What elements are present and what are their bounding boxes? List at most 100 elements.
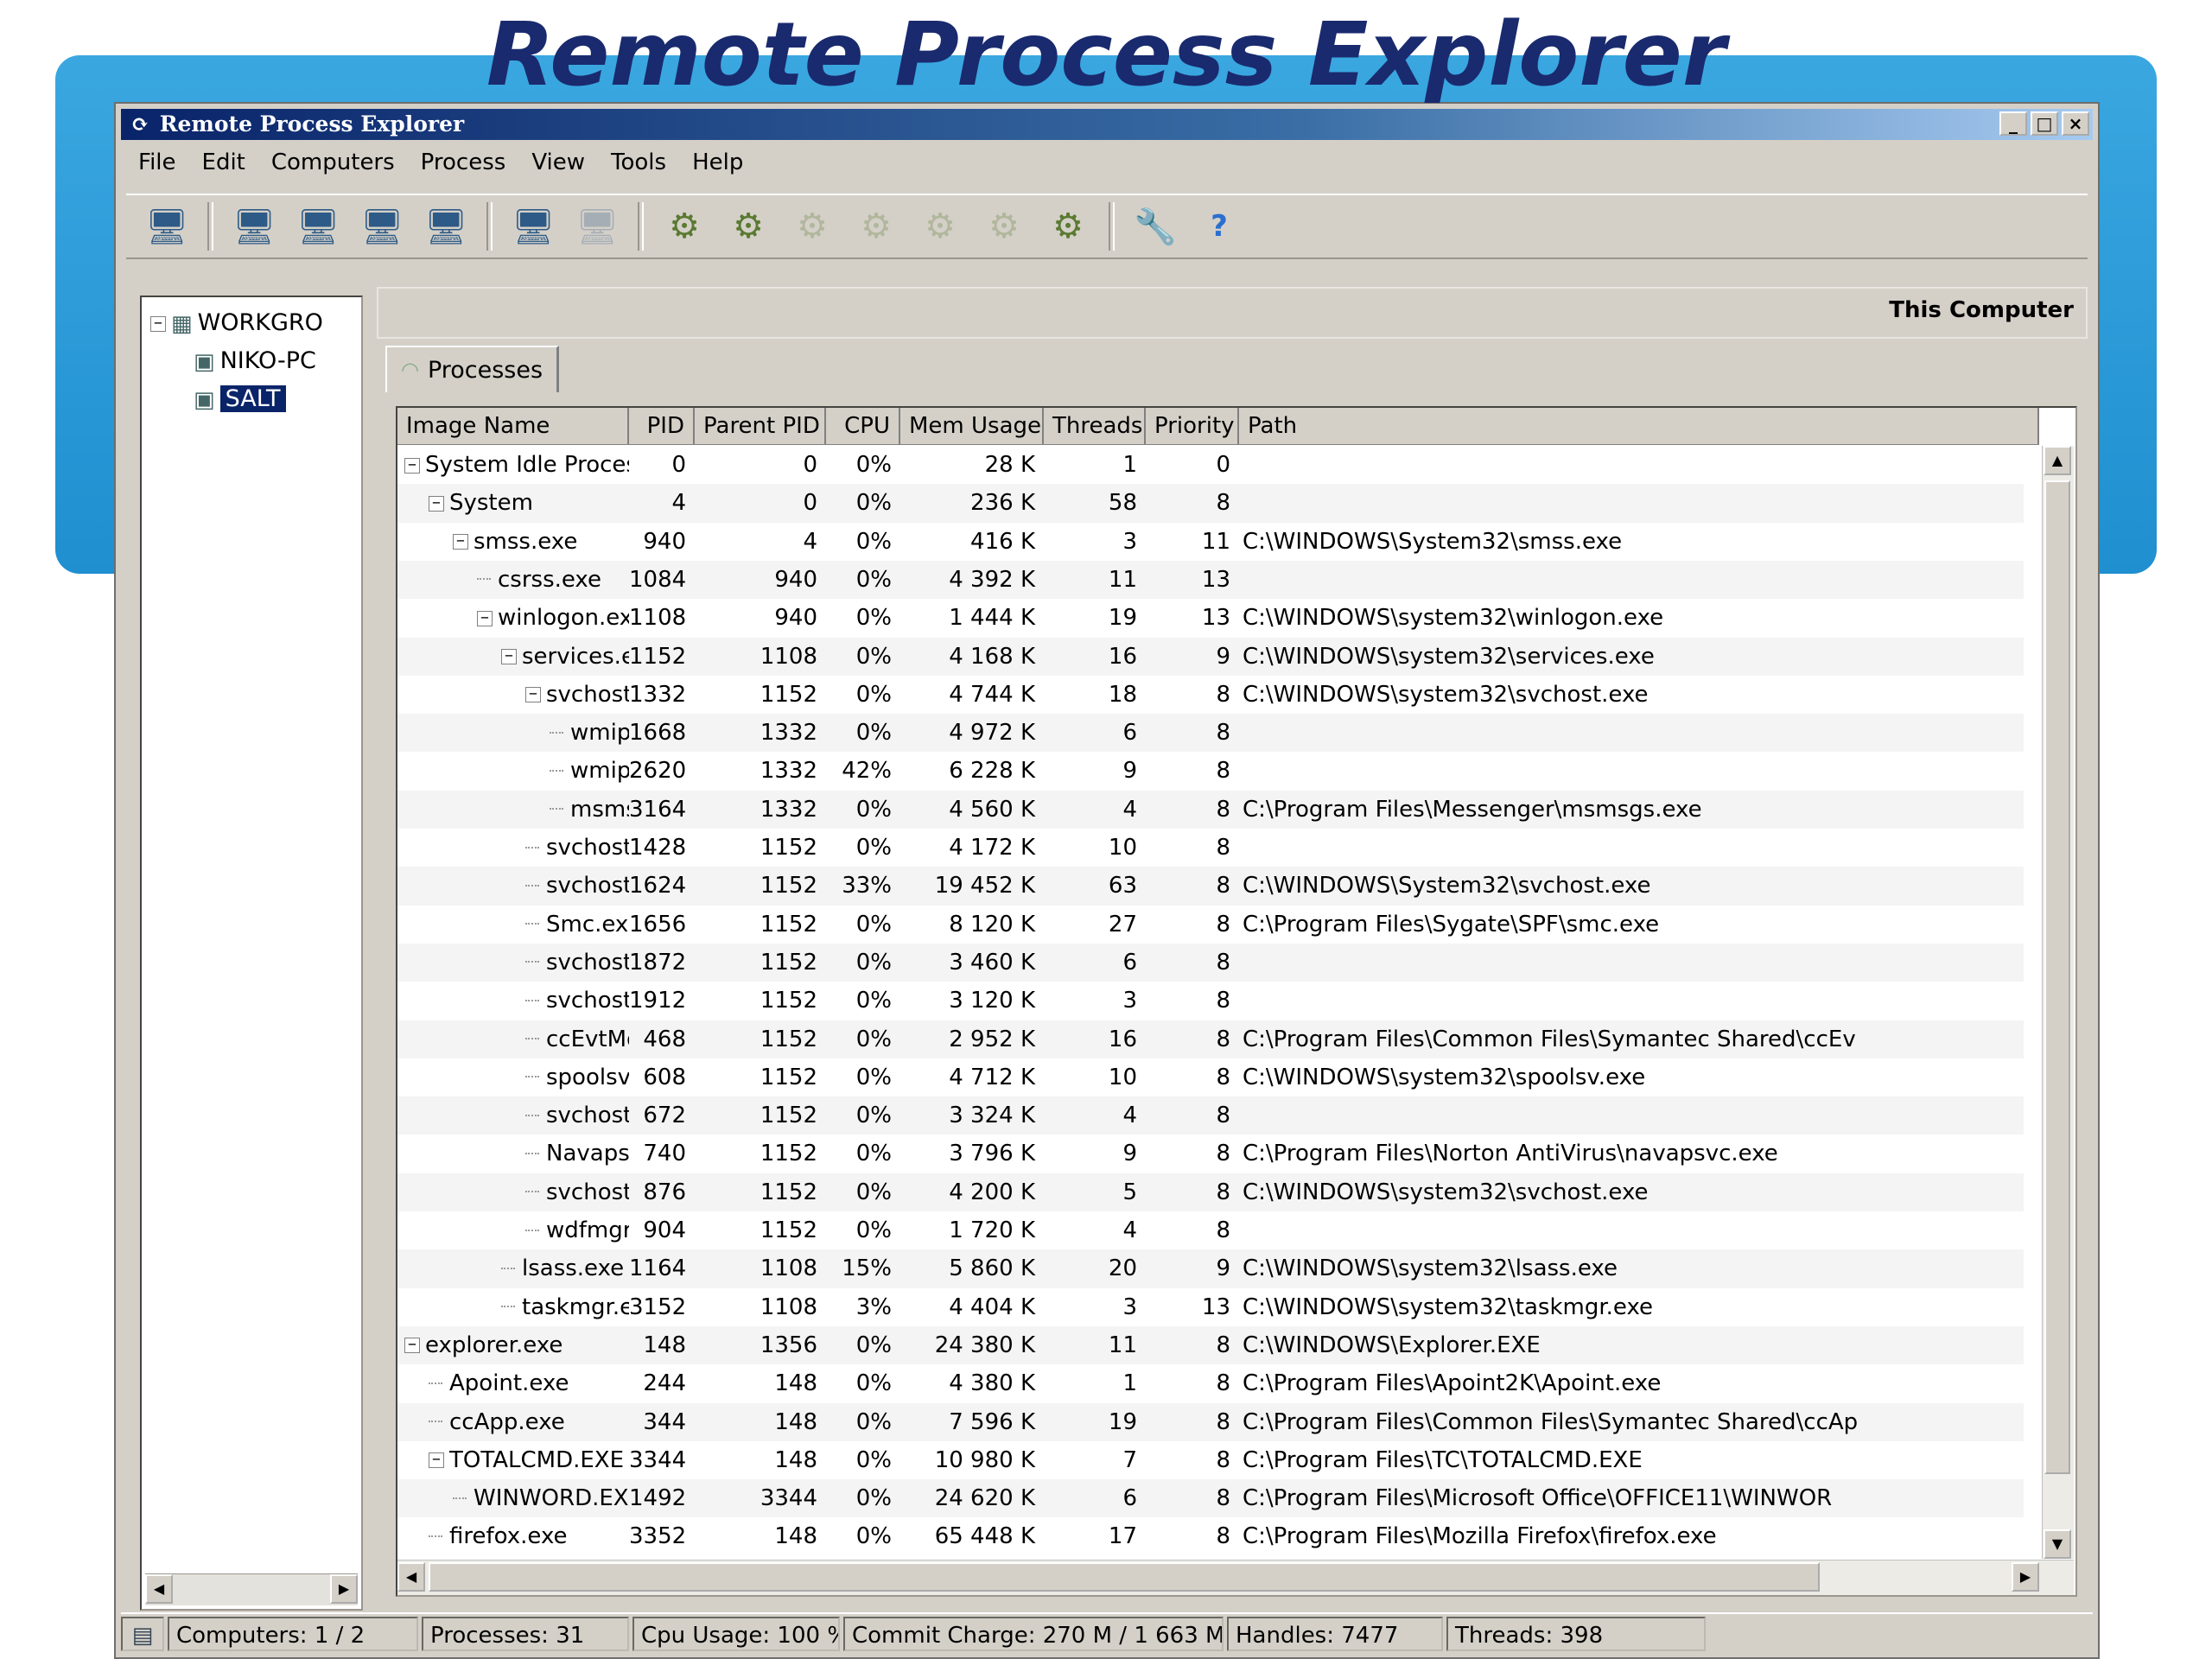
process-name: Navapsvc.exe	[546, 1141, 629, 1167]
table-row[interactable]: WINWORD.EXE 1492 3344 0% 24 620 K 6 8 C:\Progra…	[397, 1479, 2024, 1518]
table-row[interactable]: svchost.exe 672 1152 0% 3 324 K 4 8	[397, 1096, 2024, 1135]
table-row[interactable]: − System Idle Process 0 0 0% 28 K 1 0	[397, 446, 2024, 484]
tab-processes[interactable]: ◠ Processes	[385, 346, 560, 392]
tree-node-salt[interactable]: ▣ SALT	[194, 382, 286, 417]
path-cell	[1239, 1211, 2024, 1249]
menu-computers[interactable]: Computers	[261, 145, 405, 180]
tree-horizontal-scrollbar[interactable]: ◀ ▶	[145, 1573, 358, 1605]
process-name: svchost.exe	[546, 681, 629, 708]
col-priority-header[interactable]: Priority	[1146, 408, 1239, 444]
table-row[interactable]: taskmgr.exe3152 1108 3% 4 404 K 3 13 C:\WINDOW…	[397, 1288, 2024, 1326]
minimize-button[interactable]: _	[1999, 111, 2027, 136]
tree-collapse-icon[interactable]: −	[404, 457, 420, 474]
process-name-cell: WINWORD.EXE	[397, 1479, 629, 1517]
table-row[interactable]: lsass.exe 1164 1108 15% 5 860 K 20 9 C:\WINDOWS…	[397, 1249, 2024, 1288]
table-row[interactable]: svchost.exe1624 1152 33% 19 452 K 63 8 C:\WIND…	[397, 867, 2024, 906]
table-row[interactable]: svchost.exe1428 1152 0% 4 172 K 10 8	[397, 829, 2024, 867]
find-computer-icon[interactable]: 🖥	[138, 200, 195, 253]
tree-collapse-icon[interactable]: −	[150, 315, 166, 332]
vertical-scroll-thumb[interactable]	[2044, 480, 2070, 1474]
process-settings-icon[interactable]: ⚙	[720, 200, 777, 253]
col-path-header[interactable]: Path	[1239, 408, 2039, 444]
horizontal-scrollbar[interactable]: ◀ ▶	[397, 1560, 2074, 1595]
computer-properties-icon[interactable]: 🖥	[417, 200, 474, 253]
table-row[interactable]: − System 4 0 0% 236 K 58 8	[397, 484, 2024, 523]
table-row[interactable]: −svchost.exe1332 1152 0% 4 744 K 18 8 C:\WINDO…	[397, 676, 2024, 714]
table-row[interactable]: wmiprvse.exe1668 1332 0% 4 972 K 6 8	[397, 714, 2024, 753]
scroll-right-icon[interactable]: ▶	[330, 1574, 358, 1604]
table-row[interactable]: wmiprvse.exe2620 1332 42% 6 228 K 9 8	[397, 752, 2024, 790]
tree-collapse-icon[interactable]: −	[429, 1452, 444, 1469]
table-row[interactable]: Smc.exe1656 1152 0% 8 120 K 27 8 C:\Program Fi…	[397, 906, 2024, 944]
horizontal-scroll-thumb[interactable]	[429, 1562, 1820, 1592]
table-row[interactable]: svchost.exe1872 1152 0% 3 460 K 6 8	[397, 943, 2024, 982]
scroll-down-icon[interactable]: ▼	[2044, 1529, 2071, 1559]
parent-pid-cell: 1108	[760, 1255, 817, 1282]
menu-edit[interactable]: Edit	[192, 145, 256, 180]
tree-node-label-selected: SALT	[219, 385, 286, 412]
col-cpu-header[interactable]: CPU	[826, 408, 900, 444]
process-name: ccEvtMgr.exe	[546, 1026, 629, 1052]
table-row[interactable]: −services.exe1152 1108 0% 4 168 K 16 9 C:\WIND…	[397, 637, 2024, 676]
title-bar[interactable]: ⟳ Remote Process Explorer _ □ ×	[121, 109, 2093, 140]
menu-process[interactable]: Process	[410, 145, 517, 180]
cpu-cell: 0%	[855, 1446, 892, 1473]
tree-collapse-icon[interactable]: −	[501, 649, 517, 664]
table-row[interactable]: − explorer.exe 148 1356 0% 24 380 K 11 8 C:\WIND…	[397, 1325, 2024, 1365]
menu-help[interactable]: Help	[682, 145, 753, 180]
table-row[interactable]: Apoint.exe 244 148 0% 4 380 K 1 8 C:\Program Fi…	[397, 1364, 2024, 1402]
scroll-left-icon[interactable]: ◀	[145, 1574, 173, 1604]
table-row[interactable]: − TOTALCMD.EXE 3344 148 0% 10 980 K 7 8 C:\Progr…	[397, 1441, 2024, 1479]
process-name-cell: −services.exe	[397, 638, 629, 676]
process-name: TOTALCMD.EXE	[449, 1446, 625, 1473]
tree-connector-icon	[429, 1421, 442, 1424]
table-row[interactable]: − smss.exe 940 4 0% 416 K 3 11 C:\WINDOWS\System…	[397, 523, 2024, 561]
run-process-icon[interactable]: ⚙	[656, 200, 713, 253]
col-mem-usage-header[interactable]: Mem Usage	[900, 408, 1044, 444]
table-row[interactable]: Navapsvc.exe 740 1152 0% 3 796 K 9 8 C:\Program…	[397, 1135, 2024, 1173]
table-row[interactable]: ccEvtMgr.exe 468 1152 0% 2 952 K 16 8 C:\Progra…	[397, 1020, 2024, 1058]
menu-tools[interactable]: Tools	[601, 145, 677, 180]
scroll-up-icon[interactable]: ▲	[2044, 446, 2071, 475]
col-parent-pid-header[interactable]: Parent PID	[695, 408, 826, 444]
remove-computer-icon[interactable]: 🖥	[353, 200, 410, 253]
table-row[interactable]: ccApp.exe 344 148 0% 7 596 K 19 8 C:\Program Fi…	[397, 1402, 2024, 1441]
close-button[interactable]: ×	[2062, 111, 2089, 136]
connect-computer-icon[interactable]: 🖥	[289, 200, 346, 253]
table-row[interactable]: −winlogon.exe1108 940 0% 1 444 K 19 13 C:\WIND…	[397, 599, 2024, 637]
tree-collapse-icon[interactable]: −	[525, 687, 541, 703]
table-row[interactable]: firefox.exe 3352 148 0% 65 448 K 17 8 C:\Progra…	[397, 1517, 2024, 1555]
tree-collapse-icon[interactable]: −	[477, 610, 493, 626]
table-row[interactable]: spoolsv.exe 608 1152 0% 4 712 K 10 8 C:\WINDOWS…	[397, 1058, 2024, 1096]
col-threads-header[interactable]: Threads	[1044, 408, 1146, 444]
tree-collapse-icon[interactable]: −	[429, 495, 444, 512]
menu-view[interactable]: View	[521, 145, 595, 180]
scroll-right-icon[interactable]: ▶	[2012, 1562, 2039, 1592]
menu-file[interactable]: File	[128, 145, 187, 180]
refresh-computer-icon[interactable]: 🖥	[505, 200, 562, 253]
tools-icon[interactable]: 🔧	[1127, 200, 1184, 253]
tree-collapse-icon[interactable]: −	[404, 1338, 420, 1354]
table-row[interactable]: svchost.exe 876 1152 0% 4 200 K 5 8 C:\WINDOWS\…	[397, 1173, 2024, 1211]
services-icon[interactable]: ⚙	[1039, 200, 1096, 253]
table-row[interactable]: msmsgs.exe3164 1332 0% 4 560 K 4 8 C:\Program …	[397, 790, 2024, 829]
table-row[interactable]: wdfmgr.exe 904 1152 0% 1 720 K 4 8	[397, 1211, 2024, 1249]
cpu-cell: 0%	[855, 1064, 892, 1090]
threads-cell: 27	[1108, 911, 1137, 938]
threads-cell: 10	[1108, 1064, 1137, 1090]
table-row[interactable]: svchost.exe1912 1152 0% 3 120 K 3 8	[397, 982, 2024, 1020]
scroll-left-icon[interactable]: ◀	[397, 1562, 425, 1592]
cpu-cell: 0%	[855, 949, 892, 976]
parent-pid-cell: 1332	[760, 720, 817, 747]
maximize-button[interactable]: □	[2031, 111, 2058, 136]
col-image-name-header[interactable]: Image Name	[397, 408, 629, 444]
col-pid-header[interactable]: PID	[629, 408, 695, 444]
process-name: explorer.exe	[425, 1332, 563, 1358]
tree-node-niko-pc[interactable]: ▣ NIKO-PC	[194, 344, 316, 379]
help-icon[interactable]: ?	[1191, 200, 1248, 253]
table-row[interactable]: csrss.exe 1084 940 0% 4 392 K 11 13	[397, 560, 2024, 600]
vertical-scrollbar[interactable]: ▲ ▼	[2042, 446, 2074, 1559]
tree-collapse-icon[interactable]: −	[453, 534, 468, 550]
add-computer-icon[interactable]: 🖥	[226, 200, 283, 253]
tree-node-workgroup[interactable]: − ▦ WORKGRO	[150, 306, 323, 341]
